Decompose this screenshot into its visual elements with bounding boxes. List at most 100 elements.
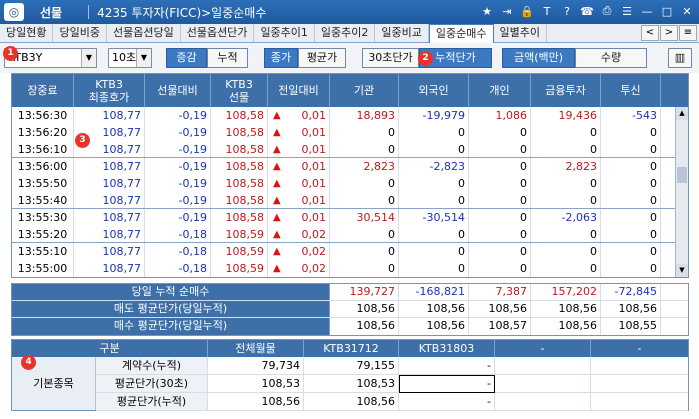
summary-value: 108,55	[601, 318, 661, 335]
phone-icon[interactable]: ☎	[579, 3, 595, 19]
summary-value: -168,821	[399, 284, 469, 300]
contract-col-empty1: -	[495, 340, 591, 357]
toolbar: KTB3Y ▼ 10초 ▼ 증감 누적 종가 평균가 30초단가 누적단가 금액…	[0, 43, 699, 73]
amount-button[interactable]: 금액(백만)	[502, 48, 575, 68]
table-row[interactable]: 13:56:00 108,77 -0,19 108,58 ▲ 0,01 2,823 -2,82…	[12, 158, 688, 175]
chart-icon[interactable]: ▥	[668, 48, 692, 68]
print-icon[interactable]: ⎙	[599, 3, 615, 19]
cell-foreign: 0	[399, 226, 469, 242]
contract-header: 구분 전체월물 KTB31712 KTB31803 - -	[12, 340, 688, 357]
text-icon[interactable]: T	[539, 3, 555, 19]
cell-foreign: 0	[399, 124, 469, 141]
scroll-thumb[interactable]	[677, 167, 687, 183]
cell-futures-diff: -0,18	[145, 226, 211, 242]
contract-cell	[495, 375, 591, 393]
col-institution[interactable]: 기관	[330, 74, 399, 107]
scroll-down-icon[interactable]: ▼	[676, 264, 688, 277]
col-last-quote[interactable]: KTB3 최종호가	[74, 74, 145, 107]
tab-next-icon[interactable]: >	[660, 25, 678, 41]
contract-row-label: 평균단가(누적)	[96, 393, 208, 411]
cell-financial: 0	[531, 141, 601, 157]
cell-futures: 108,58	[211, 209, 268, 226]
table-row[interactable]: 13:55:50 108,77 -0,19 108,58 ▲ 0,01 0 0 0 0 0	[12, 175, 688, 192]
list-icon[interactable]: ☰	[619, 3, 635, 19]
chevron-down-icon[interactable]: ▼	[81, 49, 96, 67]
col-prev-diff[interactable]: 전일대비	[268, 74, 330, 107]
cell-prev-diff: ▲ 0,02	[268, 260, 330, 277]
contract-cell-selected[interactable]: -	[399, 375, 495, 393]
table-row[interactable]: 13:55:00 108,77 -0,18 108,59 ▲ 0,02 0 0 0 0 0	[12, 260, 688, 277]
30s-price-button[interactable]: 30초단가	[362, 48, 419, 68]
maximize-icon[interactable]: □	[659, 3, 675, 19]
cell-individual: 0	[469, 158, 531, 175]
minimize-icon[interactable]: —	[639, 3, 655, 19]
cell-financial: 0	[531, 226, 601, 242]
cumulative-button[interactable]: 누적	[207, 48, 248, 68]
col-financial[interactable]: 금융투자	[531, 74, 601, 107]
table-row[interactable]: 13:56:20 108,77 -0,19 108,58 ▲ 0,01 0 0 0 0 0	[12, 124, 688, 141]
close-price-button[interactable]: 종가	[264, 48, 298, 68]
cell-foreign: 0	[399, 243, 469, 260]
app-name: 선물	[40, 5, 63, 20]
quantity-button[interactable]: 수량	[575, 48, 647, 68]
cell-time: 13:55:30	[12, 209, 74, 226]
tab-intraday-trend1[interactable]: 일중추이1	[254, 24, 315, 42]
cell-prev-diff: ▲ 0,02	[268, 243, 330, 260]
cell-futures: 108,58	[211, 192, 268, 208]
col-foreign[interactable]: 외국인	[399, 74, 469, 107]
tab-futopt-daily[interactable]: 선물옵션당일	[107, 24, 181, 42]
interval-select[interactable]: 10초 ▼	[108, 48, 152, 68]
scroll-up-icon[interactable]: ▲	[676, 107, 688, 120]
summary-value: 108,56	[399, 318, 469, 335]
help-icon[interactable]: ?	[559, 3, 575, 19]
tab-prev-icon[interactable]: <	[641, 25, 659, 41]
summary-value: 108,56	[601, 301, 661, 317]
table-row[interactable]: 13:55:10 108,77 -0,18 108,59 ▲ 0,02 0 0 0 0 0	[12, 243, 688, 260]
export-icon[interactable]: ⇥	[499, 3, 515, 19]
contract-row: 평균단가(누적) 108,56 108,56 -	[96, 393, 688, 411]
summary-value: 139,727	[330, 284, 399, 300]
close-icon[interactable]: ✕	[679, 3, 695, 19]
table-row[interactable]: 13:55:30 108,77 -0,19 108,58 ▲ 0,01 30,514 -30,…	[12, 209, 688, 226]
summary-value: 108,56	[330, 318, 399, 335]
col-last-line2: 최종호가	[88, 90, 130, 104]
chevron-down-icon[interactable]: ▼	[136, 49, 151, 67]
tab-scroll-controls: < > ≡	[641, 25, 697, 41]
table-row[interactable]: 13:55:20 108,77 -0,18 108,59 ▲ 0,02 0 0 0 0 0	[12, 226, 688, 243]
col-futures-diff[interactable]: 선물대비	[145, 74, 211, 107]
cell-time: 13:55:20	[12, 226, 74, 242]
cell-prev-diff: ▲ 0,01	[268, 141, 330, 157]
star-icon[interactable]: ★	[479, 3, 495, 19]
cell-time: 13:55:50	[12, 175, 74, 192]
col-time[interactable]: 장중료	[12, 74, 74, 107]
title-divider	[88, 5, 90, 19]
tab-futopt-price[interactable]: 선물옵션단가	[181, 24, 255, 42]
table-row[interactable]: 13:56:10 108,77 -0,19 108,58 ▲ 0,01 0 0 0 0 0	[12, 141, 688, 158]
tab-intraday-netbuy[interactable]: 일중순매수	[428, 24, 494, 43]
summary-row: 당일 누적 순매수 139,727 -168,821 7,387 157,202…	[12, 284, 688, 301]
cell-futures-diff: -0,19	[145, 107, 211, 124]
cell-institution: 0	[330, 192, 399, 208]
table-row[interactable]: 13:55:40 108,77 -0,19 108,58 ▲ 0,01 0 0 0 0 0	[12, 192, 688, 209]
col-trust[interactable]: 투신	[601, 74, 661, 107]
tab-intraday-trend2[interactable]: 일중추이2	[315, 24, 376, 42]
col-individual[interactable]: 개인	[469, 74, 531, 107]
tab-daily-status[interactable]: 당일현황	[0, 24, 54, 42]
tab-menu-icon[interactable]: ≡	[679, 25, 697, 41]
avg-price-button[interactable]: 평균가	[298, 48, 346, 68]
prev-diff-value: 0,01	[301, 160, 327, 173]
table-row[interactable]: 13:56:30 108,77 -0,19 108,58 ▲ 0,01 18,893 -19,…	[12, 107, 688, 124]
col-fut-line2: 선물	[228, 90, 250, 104]
col-futures[interactable]: KTB3 선물	[211, 74, 268, 107]
tab-daily-ratio[interactable]: 당일비중	[53, 24, 107, 42]
prev-diff-value: 0,01	[301, 126, 327, 139]
summary-label: 매수 평균단가(당일누적)	[12, 318, 330, 335]
grid-scrollbar[interactable]: ▲ ▼	[675, 107, 688, 277]
cell-futures: 108,58	[211, 175, 268, 192]
tab-daily-trend[interactable]: 일별추이	[494, 24, 547, 42]
change-button[interactable]: 증감	[166, 48, 207, 68]
up-triangle-icon: ▲	[273, 195, 281, 206]
tab-intraday-compare[interactable]: 일중비교	[375, 24, 429, 42]
lock-icon[interactable]: 🔒	[519, 3, 535, 19]
symbol-select[interactable]: KTB3Y ▼	[4, 48, 97, 68]
